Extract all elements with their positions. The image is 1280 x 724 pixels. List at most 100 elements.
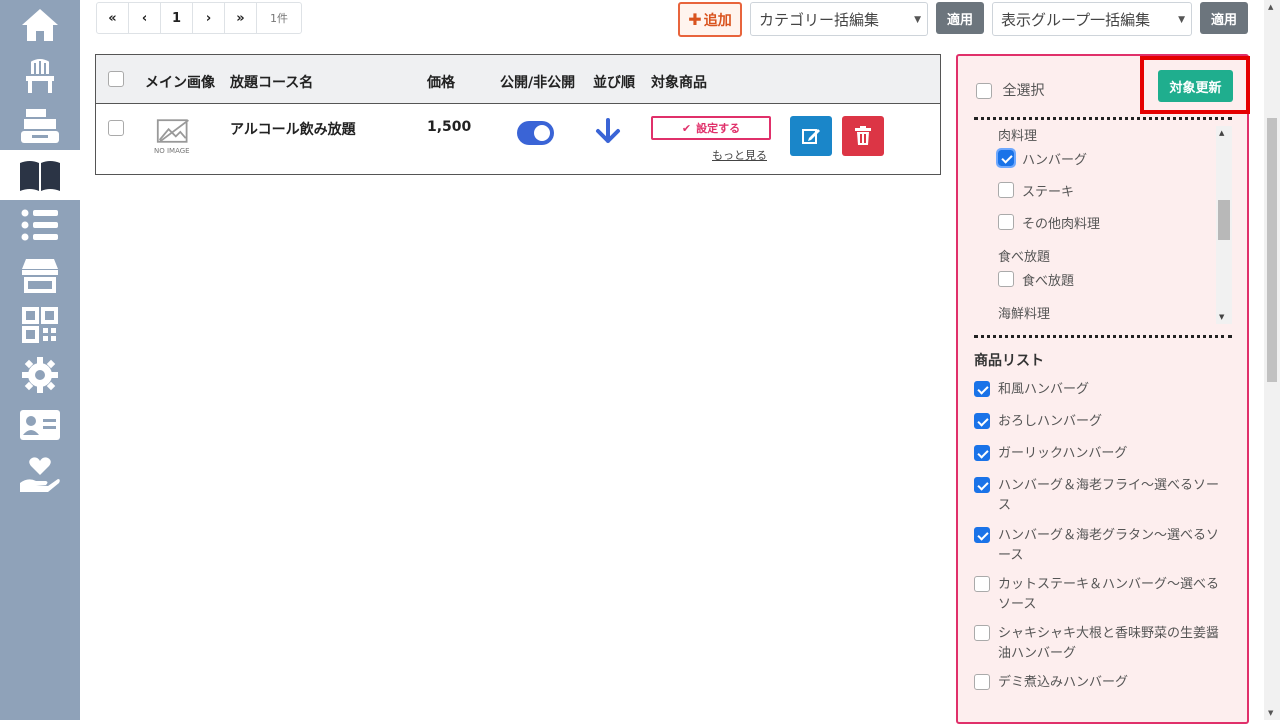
category-group-label: 食べ放題 bbox=[998, 250, 1051, 265]
column-header-name: 放題コース名 bbox=[230, 75, 314, 91]
category-apply-button[interactable]: 適用 bbox=[936, 2, 984, 34]
category-list: 肉料理 ハンバーグ ステーキ その他肉料理 食べ放題 食べ放題 海鮮料理 bbox=[974, 122, 1232, 328]
chevron-down-icon: ▼ bbox=[914, 15, 921, 25]
category-item[interactable]: 食べ放題 bbox=[998, 270, 1075, 289]
product-checkbox[interactable] bbox=[974, 625, 990, 641]
store-icon[interactable] bbox=[0, 250, 80, 300]
gear-icon[interactable] bbox=[0, 350, 80, 400]
scrollbar-thumb[interactable] bbox=[1218, 200, 1230, 240]
product-checkbox[interactable] bbox=[974, 527, 990, 543]
product-item[interactable]: シャキシャキ大根と香味野菜の生姜醤油ハンバーグ bbox=[974, 624, 1228, 664]
select-all-label: 全選択 bbox=[1002, 83, 1045, 99]
course-price: 1,500 bbox=[427, 119, 472, 135]
product-item[interactable]: カットステーキ＆ハンバーグ〜選べるソース bbox=[974, 575, 1228, 615]
select-all-option[interactable]: 全選択 bbox=[976, 80, 1044, 100]
product-item[interactable]: ハンバーグ＆海老フライ〜選べるソース bbox=[974, 476, 1228, 516]
category-scrollbar[interactable]: ▲ ▼ bbox=[1216, 126, 1232, 324]
chair-icon[interactable] bbox=[0, 50, 80, 100]
cash-register-icon[interactable] bbox=[0, 100, 80, 150]
divider bbox=[974, 335, 1232, 338]
category-checkbox[interactable] bbox=[998, 214, 1014, 230]
product-item[interactable]: ハンバーグ＆海老グラタン〜選べるソース bbox=[974, 526, 1228, 566]
column-header-price: 価格 bbox=[427, 75, 455, 91]
result-count: 1件 bbox=[270, 12, 288, 25]
show-more-link[interactable]: もっと見る bbox=[712, 147, 767, 163]
sidebar bbox=[0, 0, 80, 720]
arrow-down-icon[interactable] bbox=[594, 117, 622, 149]
update-target-button[interactable]: 対象更新 bbox=[1158, 70, 1233, 102]
publish-toggle[interactable] bbox=[517, 121, 554, 145]
next-page-button[interactable]: › bbox=[193, 3, 225, 33]
product-checkbox[interactable] bbox=[974, 477, 990, 493]
column-header-image: メイン画像 bbox=[145, 75, 215, 91]
category-item-label: その他肉料理 bbox=[1022, 217, 1101, 232]
trash-icon bbox=[855, 126, 871, 145]
set-target-label: 設定する bbox=[696, 122, 741, 135]
product-checkbox[interactable] bbox=[974, 576, 990, 592]
course-table: メイン画像 放題コース名 価格 公開/非公開 並び順 対象商品 NO IMAGE… bbox=[95, 54, 941, 175]
edit-button[interactable] bbox=[790, 116, 832, 156]
add-button[interactable]: ✚ 追加 bbox=[678, 2, 742, 37]
category-item-label: 食べ放題 bbox=[1022, 274, 1075, 289]
product-item-label: シャキシャキ大根と香味野菜の生姜醤油ハンバーグ bbox=[998, 626, 1220, 661]
category-item[interactable]: その他肉料理 bbox=[998, 213, 1101, 232]
delete-button[interactable] bbox=[842, 116, 884, 156]
current-page[interactable]: 1 bbox=[161, 3, 193, 33]
home-icon[interactable] bbox=[0, 0, 80, 50]
product-checkbox[interactable] bbox=[974, 674, 990, 690]
category-checkbox[interactable] bbox=[998, 271, 1014, 287]
chevron-down-icon: ▼ bbox=[1178, 15, 1185, 25]
category-item[interactable]: ステーキ bbox=[998, 181, 1075, 200]
book-icon[interactable] bbox=[0, 150, 80, 200]
scrollbar-thumb[interactable] bbox=[1267, 118, 1277, 382]
category-item-label: ステーキ bbox=[1022, 185, 1075, 200]
id-card-icon[interactable] bbox=[0, 400, 80, 450]
display-group-apply-button[interactable]: 適用 bbox=[1200, 2, 1248, 34]
category-bulk-select[interactable]: カテゴリー括編集 ▼ bbox=[750, 2, 928, 36]
table-header: メイン画像 放題コース名 価格 公開/非公開 並び順 対象商品 bbox=[96, 55, 940, 104]
product-item[interactable]: ガーリックハンバーグ bbox=[974, 444, 1228, 464]
header-select-checkbox[interactable] bbox=[108, 71, 124, 87]
product-item-label: 和風ハンバーグ bbox=[998, 382, 1090, 397]
add-button-label: 追加 bbox=[703, 12, 732, 29]
display-group-bulk-select[interactable]: 表示グループ一括編集 ▼ bbox=[992, 2, 1192, 36]
hand-heart-icon[interactable] bbox=[0, 450, 80, 500]
page-scrollbar[interactable]: ▲ ▼ bbox=[1264, 0, 1280, 720]
category-group-label: 肉料理 bbox=[998, 129, 1038, 144]
target-product-panel: 全選択 対象更新 肉料理 ハンバーグ ステーキ その他肉料理 食べ放題 食べ放題… bbox=[956, 54, 1250, 724]
product-item[interactable]: おろしハンバーグ bbox=[974, 412, 1228, 432]
list-icon[interactable] bbox=[0, 200, 80, 250]
check-icon: ✔ bbox=[681, 121, 692, 135]
category-group-label: 海鮮料理 bbox=[998, 307, 1051, 322]
product-checkbox[interactable] bbox=[974, 413, 990, 429]
qr-code-icon[interactable] bbox=[0, 300, 80, 350]
first-page-button[interactable]: « bbox=[97, 3, 129, 33]
select-all-checkbox[interactable] bbox=[976, 83, 992, 99]
category-item-label: ハンバーグ bbox=[1022, 153, 1088, 168]
product-list-title: 商品リスト bbox=[974, 353, 1044, 369]
prev-page-button[interactable]: ‹ bbox=[129, 3, 161, 33]
product-item[interactable]: デミ煮込みハンバーグ bbox=[974, 673, 1228, 693]
last-page-button[interactable]: » bbox=[225, 3, 257, 33]
column-header-visibility: 公開/非公開 bbox=[500, 75, 576, 91]
product-checkbox[interactable] bbox=[974, 381, 990, 397]
category-checkbox[interactable] bbox=[998, 182, 1014, 198]
column-header-order: 並び順 bbox=[593, 75, 635, 91]
row-select-checkbox[interactable] bbox=[108, 120, 124, 136]
toggle-knob bbox=[534, 125, 550, 141]
scroll-up-icon[interactable]: ▲ bbox=[1268, 3, 1273, 11]
product-checkbox[interactable] bbox=[974, 445, 990, 461]
scroll-down-icon[interactable]: ▼ bbox=[1219, 313, 1224, 321]
pagination: « ‹ 1 › » 1件 bbox=[96, 2, 302, 34]
set-target-button[interactable]: ✔ 設定する bbox=[651, 116, 771, 140]
plus-icon: ✚ bbox=[688, 10, 702, 29]
product-item-label: デミ煮込みハンバーグ bbox=[998, 675, 1129, 690]
no-image-placeholder: NO IMAGE bbox=[154, 118, 194, 158]
category-checkbox[interactable] bbox=[996, 148, 1016, 168]
product-item[interactable]: 和風ハンバーグ bbox=[974, 380, 1228, 400]
category-item[interactable]: ハンバーグ bbox=[996, 148, 1088, 168]
scroll-down-icon[interactable]: ▼ bbox=[1268, 709, 1273, 717]
scroll-up-icon[interactable]: ▲ bbox=[1219, 129, 1224, 137]
image-icon bbox=[156, 119, 189, 143]
product-item-label: ハンバーグ＆海老フライ〜選べるソース bbox=[998, 478, 1220, 513]
